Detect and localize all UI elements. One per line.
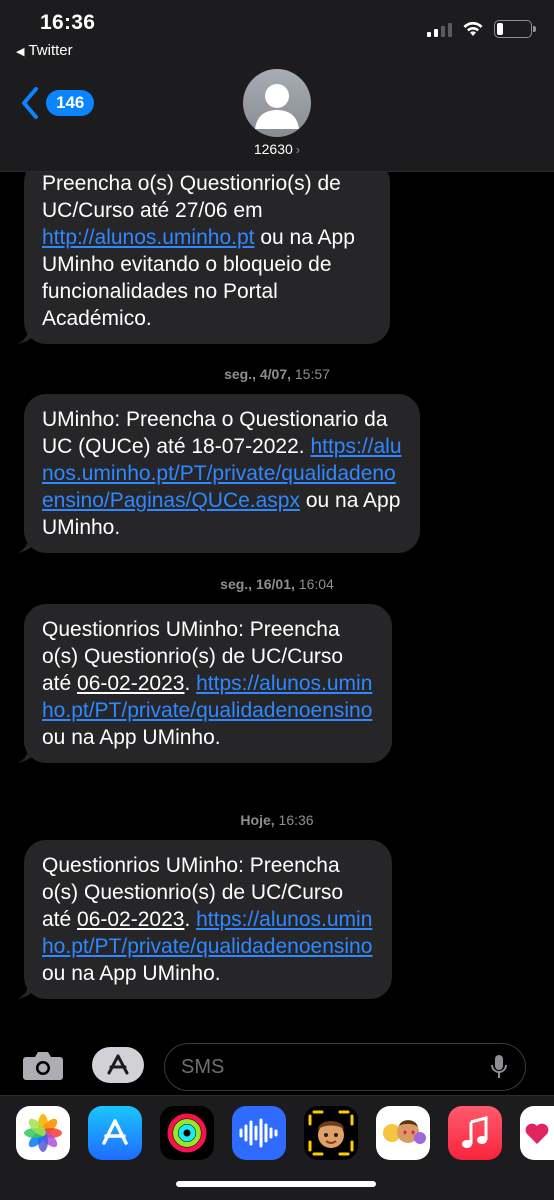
- home-indicator[interactable]: [176, 1181, 376, 1187]
- app-store-icon: [107, 1054, 129, 1075]
- message-text: .: [184, 672, 197, 695]
- back-app-label: Twitter: [28, 42, 73, 59]
- message-bubble[interactable]: UMinho: Preencha o Questionario da UC (Q…: [17, 394, 420, 553]
- bubble-tail-icon: [17, 322, 41, 344]
- message-text: .: [184, 908, 197, 931]
- message-text: ou na App UMinho.: [42, 962, 221, 985]
- memoji-stickers-icon[interactable]: [376, 1106, 430, 1160]
- message-text: Preencha o(s) Questionrio(s) de UC/Curso…: [42, 172, 341, 222]
- timestamp: Hoje, 16:36: [240, 812, 314, 828]
- status-time: 16:36: [40, 11, 96, 34]
- composer-bar: [0, 1035, 554, 1095]
- contact-number: 12630: [253, 141, 293, 157]
- bubble-tail-icon: [17, 741, 41, 763]
- status-icons: [427, 20, 536, 38]
- sms-input[interactable]: [181, 1055, 461, 1079]
- message-bubble[interactable]: Questionrios UMinho: Preencha o(s) Quest…: [17, 604, 392, 763]
- person-silhouette-icon: [255, 84, 299, 129]
- microphone-icon[interactable]: [489, 1053, 509, 1081]
- back-button[interactable]: 146: [20, 86, 95, 120]
- message-bubble[interactable]: Questionrios UMinho: Preencha o(s) Quest…: [17, 840, 392, 999]
- timestamp: seg., 4/07, 15:57: [224, 366, 330, 382]
- message-text: ou na App UMinho.: [42, 726, 221, 749]
- sms-input-field[interactable]: [164, 1043, 526, 1091]
- timestamp: seg., 16/01, 16:04: [220, 576, 334, 592]
- conversation-header: 16:36 ◀ Twitter 146 12630 ›: [0, 0, 554, 172]
- music-icon[interactable]: [448, 1106, 502, 1160]
- heart-app-icon[interactable]: [520, 1106, 554, 1160]
- activity-icon[interactable]: [160, 1106, 214, 1160]
- contact-avatar[interactable]: [243, 69, 311, 137]
- back-to-app-link[interactable]: ◀ Twitter: [16, 42, 73, 59]
- battery-icon: [494, 20, 536, 38]
- bubble-tail-icon: [17, 977, 41, 999]
- bubble-tail-icon: [17, 531, 41, 553]
- app-store-toggle-button[interactable]: [92, 1047, 144, 1083]
- message-bubble[interactable]: Preencha o(s) Questionrio(s) de UC/Curso…: [17, 160, 390, 344]
- photos-icon[interactable]: [16, 1106, 70, 1160]
- wifi-icon: [463, 21, 483, 36]
- unread-count-badge: 146: [46, 90, 95, 116]
- cellular-signal-icon: [427, 21, 452, 37]
- message-date[interactable]: 06-02-2023: [77, 908, 184, 931]
- camera-icon[interactable]: [22, 1049, 64, 1081]
- back-triangle-icon: ◀: [16, 46, 25, 58]
- message-date[interactable]: 06-02-2023: [77, 672, 184, 695]
- memoji-icon[interactable]: [304, 1106, 358, 1160]
- chevron-left-icon: [22, 87, 38, 119]
- message-link[interactable]: http://alunos.uminho.pt: [42, 226, 254, 249]
- contact-name[interactable]: 12630 ›: [0, 141, 554, 157]
- audio-message-icon[interactable]: [232, 1106, 286, 1160]
- chevron-right-icon: ›: [295, 142, 301, 157]
- app-store-app-icon[interactable]: [88, 1106, 142, 1160]
